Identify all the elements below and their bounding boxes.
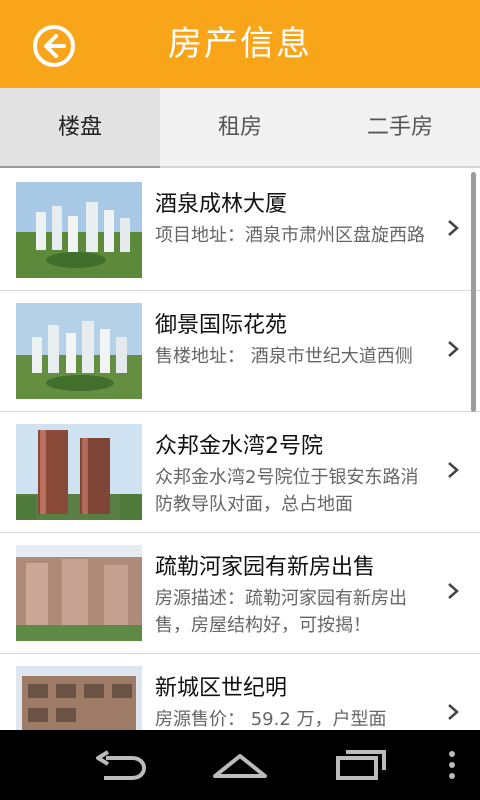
residential-complex-aerial-image xyxy=(16,303,142,399)
page-title: 房产信息 xyxy=(168,24,312,64)
tab-zufang[interactable]: 租房 xyxy=(160,88,320,166)
list-item[interactable]: 众邦金水湾2号院 众邦金水湾2号院位于银安东路消防教导队对面，总占地面 xyxy=(0,412,480,533)
chevron-right-icon xyxy=(448,341,459,357)
listing-description: 项目地址：酒泉市肃州区盘旋西路 xyxy=(155,225,425,246)
nav-back-icon[interactable] xyxy=(92,748,148,782)
listing-list: 酒泉成林大厦 项目地址：酒泉市肃州区盘旋西路 御景国际花苑 售楼地址： 酒泉市世… xyxy=(0,170,480,730)
chevron-right-icon xyxy=(448,220,459,236)
highrise-towers-image xyxy=(16,424,142,520)
residential-complex-aerial-image xyxy=(16,182,142,278)
listing-title: 酒泉成林大厦 xyxy=(155,192,288,217)
list-item[interactable]: 御景国际花苑 售楼地址： 酒泉市世纪大道西侧 xyxy=(0,291,480,412)
listing-title: 疏勒河家园有新房出售 xyxy=(155,555,376,580)
chevron-right-icon xyxy=(448,704,459,720)
list-item[interactable]: 酒泉成林大厦 项目地址：酒泉市肃州区盘旋西路 xyxy=(0,170,480,291)
nav-menu-icon[interactable] xyxy=(447,748,457,782)
chevron-right-icon xyxy=(448,462,459,478)
list-scrollbar[interactable] xyxy=(471,172,476,412)
app-header: 房产信息 xyxy=(0,0,480,88)
listing-description: 售楼地址： 酒泉市世纪大道西侧 xyxy=(155,346,413,367)
nav-home-icon[interactable] xyxy=(211,748,269,782)
apartment-building-image xyxy=(16,545,142,641)
chevron-right-icon xyxy=(448,583,459,599)
nav-recent-apps-icon[interactable] xyxy=(334,748,388,782)
listing-title: 众邦金水湾2号院 xyxy=(155,434,323,459)
listing-title: 新城区世纪明 xyxy=(155,676,288,701)
tab-loupan[interactable]: 楼盘 xyxy=(0,88,160,168)
listing-title: 御景国际花苑 xyxy=(155,313,288,338)
apartment-building-image xyxy=(16,666,142,730)
listing-description: 房源描述：疏勒河家园有新房出售，房屋结构好，可按揭！ xyxy=(155,588,407,636)
listing-description: 众邦金水湾2号院位于银安东路消防教导队对面，总占地面 xyxy=(155,467,419,515)
list-item[interactable]: 新城区世纪明 房源售价： 59.2 万，户型面 xyxy=(0,654,480,730)
tab-ershoufang[interactable]: 二手房 xyxy=(320,88,480,166)
system-nav-bar xyxy=(0,730,480,800)
category-tabs: 楼盘 租房 二手房 xyxy=(0,88,480,168)
list-item[interactable]: 疏勒河家园有新房出售 房源描述：疏勒河家园有新房出售，房屋结构好，可按揭！ xyxy=(0,533,480,654)
listing-description: 房源售价： 59.2 万，户型面 xyxy=(155,709,387,730)
